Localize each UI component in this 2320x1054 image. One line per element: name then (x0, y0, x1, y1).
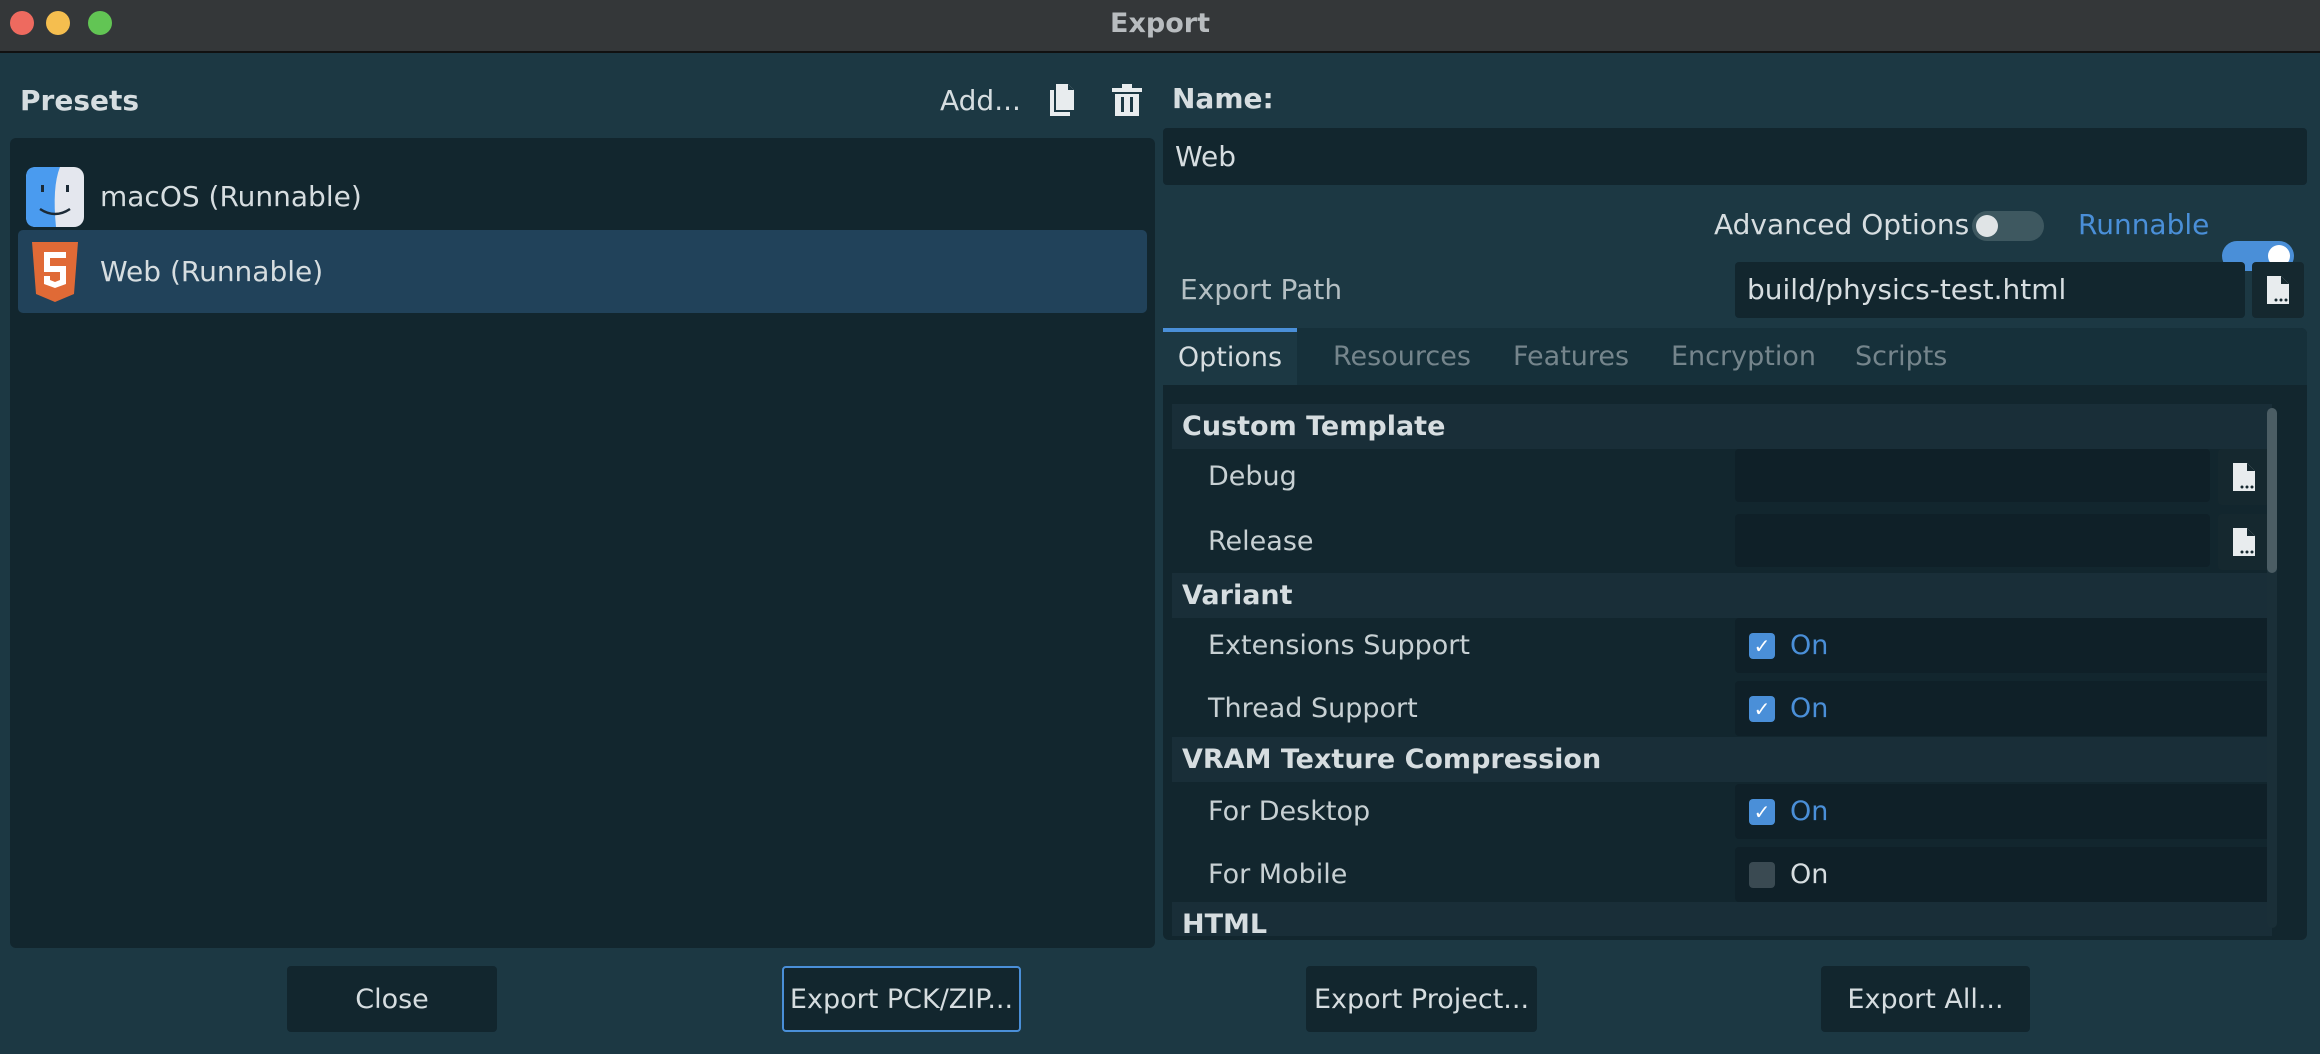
section-variant[interactable]: Variant (1172, 573, 2272, 618)
checkbox-label: On (1790, 796, 1829, 827)
tab-encryption[interactable]: Encryption (1671, 328, 1816, 385)
property-for-desktop: For Desktop ✓ On (1172, 784, 2272, 839)
property-label: Debug (1208, 461, 1297, 492)
check-icon: ✓ (1749, 696, 1775, 722)
browse-file-icon[interactable] (2218, 514, 2270, 570)
for-desktop-checkbox[interactable]: ✓ On (1735, 784, 2272, 839)
duplicate-icon[interactable] (1050, 84, 1076, 116)
browse-file-icon[interactable] (2218, 449, 2270, 505)
debug-template-input[interactable] (1735, 449, 2210, 502)
tab-container: Options Resources Features Encryption Sc… (1163, 328, 2307, 940)
export-pck-zip-button[interactable]: Export PCK/ZIP... (782, 966, 1021, 1032)
thread-support-checkbox[interactable]: ✓ On (1735, 681, 2272, 736)
for-mobile-checkbox[interactable]: On (1735, 847, 2272, 902)
tab-resources[interactable]: Resources (1333, 328, 1471, 385)
export-project-button[interactable]: Export Project... (1306, 966, 1537, 1032)
property-label: Extensions Support (1208, 630, 1470, 661)
tab-scripts[interactable]: Scripts (1855, 328, 1947, 385)
property-label: Thread Support (1208, 693, 1418, 724)
tab-options[interactable]: Options (1163, 328, 1297, 385)
property-release: Release (1172, 514, 2272, 574)
window-title: Export (1110, 8, 1210, 39)
presets-label: Presets (20, 84, 140, 117)
tab-features[interactable]: Features (1513, 328, 1629, 385)
property-label: For Desktop (1208, 796, 1371, 827)
checkbox-label: On (1790, 693, 1829, 724)
advanced-options-label: Advanced Options (1714, 208, 1970, 241)
delete-icon[interactable] (1112, 84, 1142, 116)
tab-bar: Options Resources Features Encryption Sc… (1163, 328, 2307, 385)
preset-item-web[interactable]: Web (Runnable) (18, 230, 1147, 313)
advanced-options-toggle[interactable] (1972, 211, 2044, 241)
finder-icon (26, 166, 84, 227)
check-icon: ✓ (1749, 633, 1775, 659)
name-label: Name: (1172, 82, 1274, 115)
title-bar: Export (0, 0, 2320, 53)
export-path-input[interactable]: build/physics-test.html (1735, 262, 2245, 318)
section-custom-template[interactable]: Custom Template (1172, 404, 2272, 449)
extensions-support-checkbox[interactable]: ✓ On (1735, 618, 2272, 673)
export-path-label: Export Path (1180, 273, 1343, 306)
property-debug: Debug (1172, 449, 2272, 509)
add-preset-button[interactable]: Add... (940, 84, 1021, 117)
property-for-mobile: For Mobile On (1172, 847, 2272, 902)
checkbox-unchecked-icon (1749, 862, 1775, 888)
checkbox-label: On (1790, 630, 1829, 661)
preset-label: macOS (Runnable) (100, 180, 362, 213)
preset-label: Web (Runnable) (100, 255, 324, 288)
presets-list[interactable]: macOS (Runnable) Web (Runnable) (10, 138, 1155, 948)
section-html[interactable]: HTML (1172, 902, 2272, 936)
scrollbar-thumb[interactable] (2267, 408, 2277, 573)
close-button[interactable]: Close (287, 966, 497, 1032)
browse-file-icon[interactable] (2252, 262, 2304, 318)
section-vram-texture-compression[interactable]: VRAM Texture Compression (1172, 737, 2272, 782)
runnable-label: Runnable (2078, 208, 2210, 241)
html5-icon (26, 241, 84, 302)
export-all-button[interactable]: Export All... (1821, 966, 2030, 1032)
property-label: For Mobile (1208, 859, 1348, 890)
release-template-input[interactable] (1735, 514, 2210, 567)
check-icon: ✓ (1749, 799, 1775, 825)
checkbox-label: On (1790, 859, 1829, 890)
property-label: Release (1208, 526, 1314, 557)
property-thread-support: Thread Support ✓ On (1172, 681, 2272, 736)
preset-item-macos[interactable]: macOS (Runnable) (18, 155, 1147, 238)
scrollbar[interactable] (2267, 408, 2277, 928)
name-input[interactable]: Web (1163, 128, 2307, 185)
property-extensions-support: Extensions Support ✓ On (1172, 618, 2272, 673)
options-inspector: Custom Template Debug Release Variant Ex… (1172, 396, 2292, 936)
